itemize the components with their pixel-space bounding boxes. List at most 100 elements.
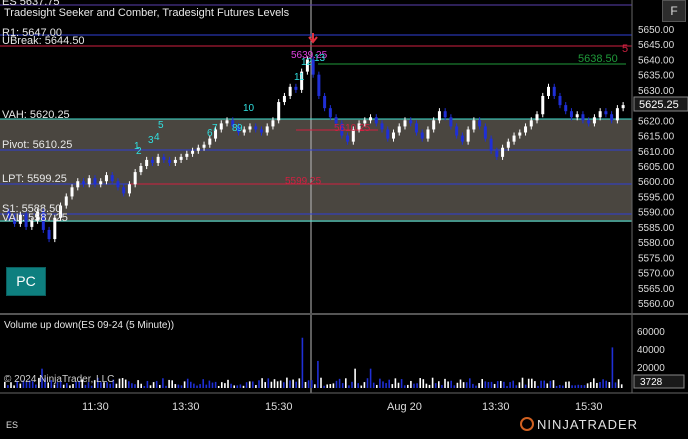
candle-body [162, 156, 166, 160]
volume-bar [124, 379, 127, 388]
volume-bar [596, 382, 598, 388]
volume-bar [310, 380, 313, 388]
volume-bar [13, 385, 15, 388]
volume-title: Volume up down(ES 09-24 (5 Minute)) [4, 320, 174, 331]
volume-bar [506, 386, 508, 388]
candle-body [420, 132, 424, 139]
level-5599-label: 5599.25 [285, 176, 322, 187]
volume-bar [614, 382, 617, 388]
volume-bar [236, 385, 239, 388]
volume-bar [450, 380, 452, 388]
candle-body [386, 129, 390, 139]
candle-body [76, 181, 80, 188]
candle-body [369, 117, 373, 121]
volume-bar [307, 380, 310, 388]
volume-bar [546, 383, 549, 388]
volume-last-value: 3728 [640, 377, 663, 388]
volume-bar [493, 383, 496, 388]
volume-bar [388, 379, 390, 388]
volume-bar [270, 381, 273, 388]
volume-bar [431, 377, 434, 388]
volume-bar [363, 382, 366, 388]
last-price-value: 5625.25 [639, 99, 679, 111]
volume-bar [211, 382, 214, 388]
volume-bar [593, 378, 595, 388]
f-button[interactable]: F [662, 0, 686, 22]
volume-bar [279, 380, 282, 388]
volume-bar [332, 383, 335, 388]
volume-bar [453, 385, 456, 388]
volume-bar [323, 385, 325, 388]
volume-bar [267, 378, 270, 388]
volume-bar [586, 383, 589, 388]
candle-body [460, 135, 464, 142]
candle-body [173, 159, 177, 163]
candle-body [87, 178, 91, 185]
seeker-count-label: 12 [301, 57, 313, 68]
volume-bar [419, 378, 421, 388]
candle-body [282, 95, 286, 103]
volume-bar [137, 380, 139, 388]
vah-label: VAH: 5620.25 [2, 109, 70, 121]
volume-axis-40000: 40000 [637, 345, 665, 356]
volume-bar [140, 383, 142, 388]
volume-bar [438, 381, 440, 388]
volume-bar [372, 382, 375, 388]
volume-bar [289, 380, 291, 388]
volume-bar [487, 382, 490, 388]
volume-bar [459, 379, 462, 388]
volume-bar [168, 379, 170, 388]
volume-bar [465, 382, 468, 388]
volume-bar [397, 382, 400, 388]
volume-bar [118, 378, 121, 388]
volume-bar [617, 379, 620, 388]
volume-bar [447, 381, 449, 388]
volume-bar [549, 380, 552, 388]
time-label-1530b: 15:30 [575, 401, 603, 413]
chart-canvas[interactable]: ES 5637.75 Tradesight Seeker and Comber,… [0, 0, 688, 434]
volume-bar [329, 384, 332, 388]
volume-bar [394, 378, 397, 388]
volume-bar [484, 381, 487, 388]
price-axis-label: 5630.00 [638, 86, 675, 97]
seeker-count-label: 13 [314, 53, 326, 64]
volume-bar [152, 382, 155, 388]
level-5638-label: 5638.50 [578, 53, 618, 65]
volume-bar [149, 385, 152, 388]
volume-bar [366, 378, 369, 388]
volume-bar [531, 378, 533, 388]
instrument-label: ES [6, 420, 18, 430]
volume-bar [183, 381, 186, 388]
val-label: VAL: 5587.25 [2, 212, 68, 224]
volume-bar [317, 360, 319, 388]
volume-bar [227, 379, 229, 388]
volume-bar [503, 381, 505, 388]
copyright: © 2024 NinjaTrader, LLC [4, 374, 114, 385]
seeker-count-label: 2 [136, 146, 142, 157]
volume-bar [565, 381, 567, 388]
volume-bar [478, 383, 480, 388]
candle-body [615, 108, 619, 121]
pc-button[interactable]: PC [6, 267, 46, 296]
volume-bar [580, 385, 583, 388]
candle-body [547, 86, 550, 96]
volume-bar [221, 382, 223, 388]
candle-body [64, 196, 68, 206]
candle-body [47, 229, 51, 240]
candle-body [598, 111, 602, 118]
volume-bar [202, 379, 204, 388]
volume-bar [555, 385, 558, 388]
volume-bar [496, 381, 499, 388]
candle-body [409, 120, 413, 124]
volume-bar [128, 381, 130, 388]
volume-bar [407, 384, 409, 388]
candle-body [604, 111, 608, 115]
price-axis-label: 5575.00 [638, 253, 675, 264]
volume-bar [121, 378, 124, 388]
candle-body [254, 126, 258, 130]
candle-body [552, 86, 556, 96]
volume-bar [413, 383, 415, 388]
volume-bar [199, 384, 201, 388]
volume-bar [543, 380, 545, 388]
time-label-1130: 11:30 [82, 401, 109, 413]
